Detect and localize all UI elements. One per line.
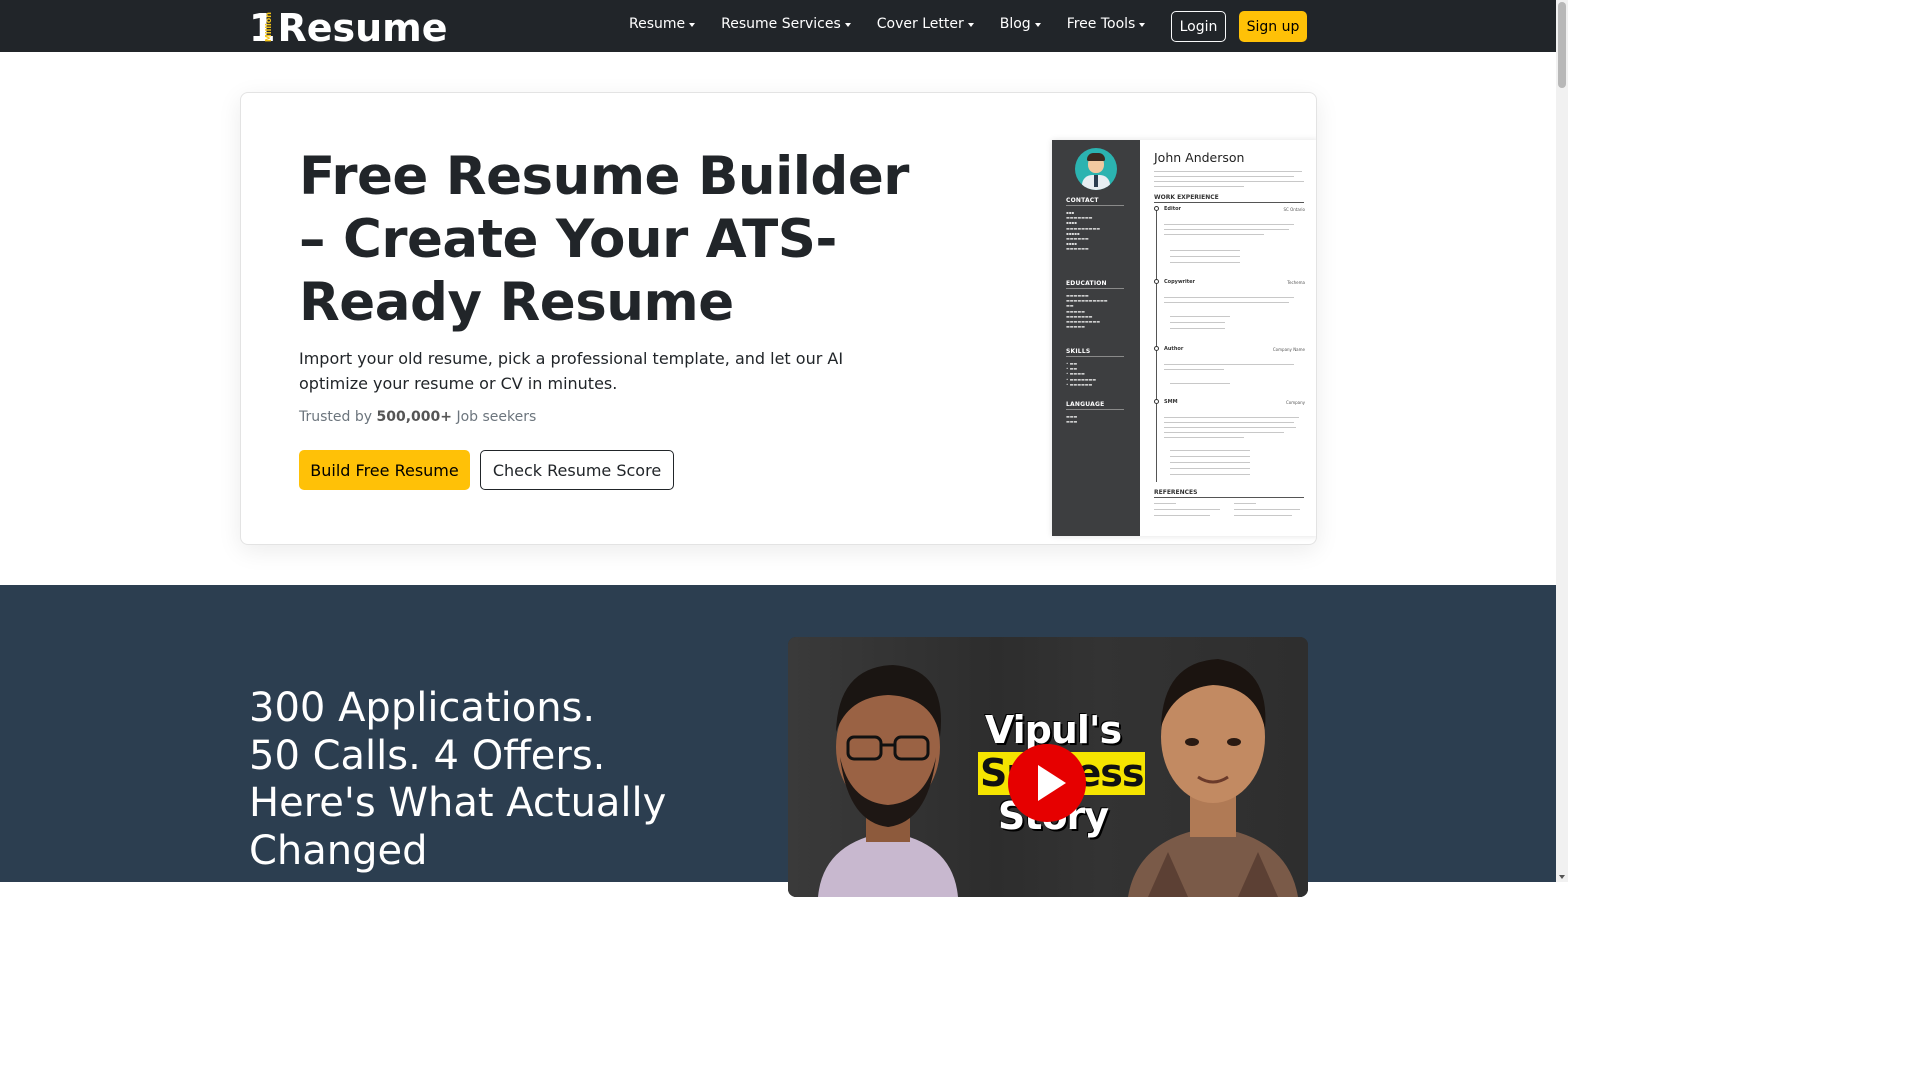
hero-title: Free Resume Builder – Create Your ATS-Re… bbox=[299, 146, 909, 333]
person-right-image bbox=[1128, 659, 1298, 897]
resume-job-company: Company Name bbox=[1272, 347, 1305, 352]
resume-sidebar: CONTACT ▪▪▪ ▬▬▬▬▬▬▬ ▪▪▪▪ ▬▬▬▬▬▬▬▬▬ ▪▪▪▪▪ ▬▬▬▬… bbox=[1052, 140, 1140, 536]
logo-word: Resume bbox=[277, 6, 448, 50]
signup-button[interactable]: Sign up bbox=[1239, 11, 1307, 42]
resume-language-heading: LANGUAGE bbox=[1066, 401, 1105, 408]
scrollbar-thumb[interactable] bbox=[1558, 2, 1566, 88]
caret-down-icon bbox=[1034, 22, 1041, 27]
caret-down-icon bbox=[689, 22, 696, 27]
trust-line: Trusted by 500,000+ Job seekers bbox=[299, 409, 536, 425]
nav-label: Cover Letter bbox=[876, 16, 964, 32]
resume-main: John Anderson WORK EXPERIENCE Editor SC … bbox=[1140, 140, 1316, 536]
check-resume-score-button[interactable]: Check Resume Score bbox=[480, 450, 674, 490]
nav-item-blog[interactable]: Blog bbox=[1000, 16, 1041, 32]
nav-item-resume-services[interactable]: Resume Services bbox=[721, 16, 851, 32]
nav-label: Resume bbox=[629, 16, 686, 32]
hero-card: Free Resume Builder – Create Your ATS-Re… bbox=[240, 92, 1317, 545]
resume-job-company: Techema bbox=[1287, 280, 1305, 285]
nav-label: Resume Services bbox=[721, 16, 841, 32]
success-story-video[interactable]: Vipul's Success Story bbox=[788, 637, 1308, 897]
resume-skills-heading: SKILLS bbox=[1066, 348, 1091, 355]
caret-down-icon bbox=[844, 22, 851, 27]
navbar: 1 Million Resume Resume Resume Services … bbox=[0, 0, 1556, 52]
caret-down-icon bbox=[967, 22, 974, 27]
story-title-line: Here's What Actually bbox=[249, 780, 667, 826]
nav-item-free-tools[interactable]: Free Tools bbox=[1067, 16, 1146, 32]
trust-count: 500,000+ bbox=[376, 409, 452, 425]
success-story-section: 300 Applications. 50 Calls. 4 Offers. He… bbox=[0, 585, 1556, 897]
story-title-line: Changed bbox=[249, 827, 428, 874]
avatar bbox=[1075, 148, 1117, 190]
resume-job-company: SC Ontario bbox=[1283, 207, 1305, 212]
resume-name: John Anderson bbox=[1154, 150, 1245, 165]
person-left-image bbox=[818, 665, 958, 897]
resume-job-title: Author bbox=[1164, 346, 1184, 352]
caret-down-icon bbox=[1139, 22, 1146, 27]
resume-job-title: Copywriter bbox=[1164, 279, 1195, 285]
scroll-down-arrow-icon[interactable] bbox=[1559, 875, 1565, 879]
site-logo[interactable]: 1 Million Resume bbox=[249, 4, 448, 48]
login-button[interactable]: Login bbox=[1171, 11, 1226, 42]
trust-prefix: Trusted by bbox=[299, 409, 373, 425]
nav-menu: Resume Resume Services Cover Letter Blog… bbox=[629, 16, 1171, 32]
nav-label: Free Tools bbox=[1066, 16, 1136, 32]
resume-job-company: Company bbox=[1285, 400, 1305, 405]
page-scrollbar[interactable] bbox=[1556, 0, 1568, 882]
nav-item-cover-letter[interactable]: Cover Letter bbox=[877, 16, 974, 32]
resume-references-heading: REFERENCES bbox=[1154, 489, 1198, 496]
nav-item-resume[interactable]: Resume bbox=[629, 16, 696, 32]
story-title-line: 300 Applications. bbox=[249, 685, 596, 731]
resume-job-title: Editor bbox=[1164, 206, 1181, 212]
story-title-line: 50 Calls. 4 Offers. bbox=[249, 732, 606, 779]
trust-suffix: Job seekers bbox=[456, 409, 537, 425]
story-title: 300 Applications. 50 Calls. 4 Offers. He… bbox=[249, 685, 729, 875]
build-free-resume-button[interactable]: Build Free Resume bbox=[299, 450, 470, 490]
logo-million-text: Million bbox=[264, 12, 273, 43]
resume-education-heading: EDUCATION bbox=[1066, 280, 1107, 287]
resume-template-preview[interactable]: CONTACT ▪▪▪ ▬▬▬▬▬▬▬ ▪▪▪▪ ▬▬▬▬▬▬▬▬▬ ▪▪▪▪▪ ▬▬▬▬… bbox=[1052, 140, 1316, 536]
nav-label: Blog bbox=[999, 16, 1031, 32]
resume-work-heading: WORK EXPERIENCE bbox=[1154, 194, 1219, 201]
hero-subtitle: Import your old resume, pick a professio… bbox=[299, 349, 844, 393]
resume-contact-heading: CONTACT bbox=[1066, 197, 1099, 204]
play-icon[interactable] bbox=[1008, 744, 1086, 822]
resume-job-title: SMM bbox=[1164, 399, 1178, 405]
